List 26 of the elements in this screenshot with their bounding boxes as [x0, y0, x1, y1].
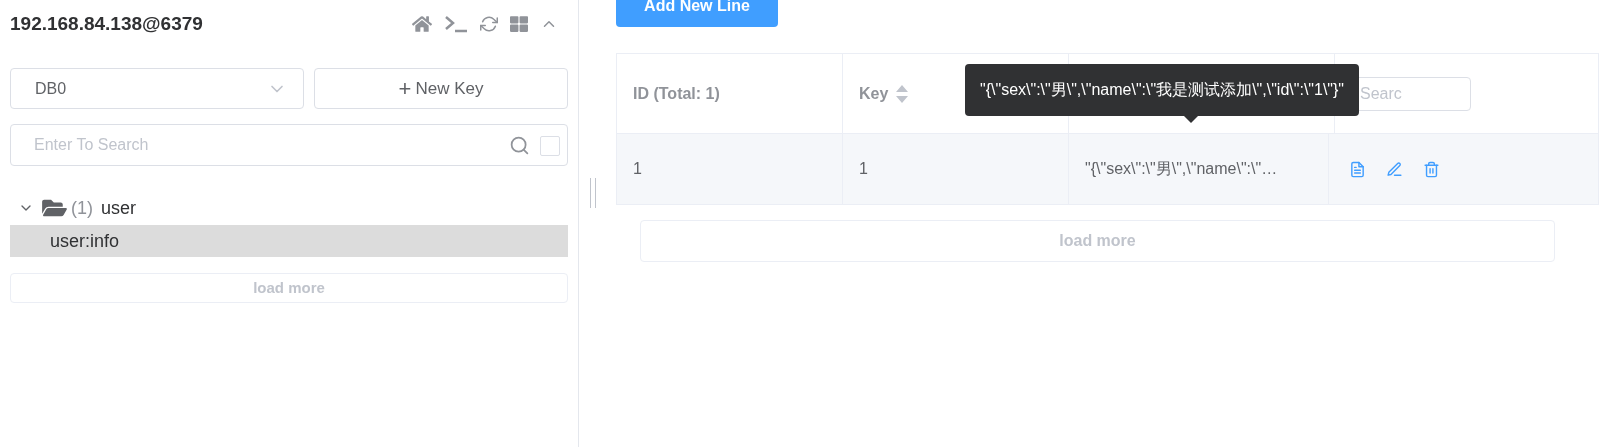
refresh-icon[interactable]	[480, 15, 498, 33]
new-key-button[interactable]: + New Key	[314, 68, 568, 109]
table-cell: 1	[617, 134, 843, 204]
home-icon[interactable]	[412, 14, 432, 34]
edit-icon[interactable]	[1386, 160, 1403, 178]
search-icon[interactable]	[509, 135, 530, 156]
connection-title: 192.168.84.138@6379	[10, 11, 203, 36]
sort-icon[interactable]	[896, 84, 909, 103]
delete-icon[interactable]	[1423, 160, 1440, 178]
folder-label: user	[101, 196, 136, 220]
folder-icon	[42, 197, 67, 219]
tooltip: "{\"sex\":\"男\",\"name\":\"我是测试添加\",\"id\":\"1\"}"	[965, 64, 1360, 116]
tooltip-arrow	[1184, 116, 1198, 123]
search-field[interactable]: Enter To Search	[10, 124, 568, 166]
column-header: ID (Total: 1)	[617, 54, 843, 133]
checkbox[interactable]	[540, 135, 560, 156]
tree-item[interactable]: user:info	[10, 225, 568, 257]
db-select[interactable]: DB0	[10, 68, 304, 109]
tree-folder[interactable]: (1) user	[10, 191, 568, 225]
view-icon[interactable]	[1349, 160, 1366, 178]
table-cell: 1	[843, 134, 1069, 204]
resize-handle[interactable]	[590, 178, 596, 208]
key-count: (1)	[71, 196, 93, 220]
grid-icon[interactable]	[510, 15, 528, 33]
table-cell: "{\"sex\":\"男\",\"name\":\"…	[1069, 134, 1329, 204]
terminal-icon[interactable]	[444, 15, 468, 33]
